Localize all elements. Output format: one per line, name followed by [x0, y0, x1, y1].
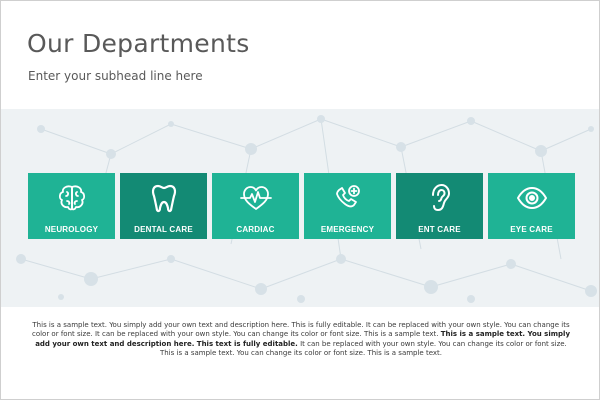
department-card-eye-care[interactable]: EYE CARE	[488, 173, 575, 239]
brain-icon	[58, 185, 85, 211]
ear-icon	[431, 184, 450, 211]
department-label: NEUROLOGY	[44, 225, 99, 234]
tooth-icon	[151, 184, 176, 213]
page-subhead: Enter your subhead line here	[28, 69, 203, 83]
department-card-ent-care[interactable]: ENT CARE	[396, 173, 483, 239]
eye-icon	[516, 187, 547, 209]
department-cards: NEUROLOGY DENTAL CARE CARDIAC EMERGENCY	[28, 173, 575, 239]
page-title: Our Departments	[27, 29, 250, 58]
slide: Our Departments Enter your subhead line …	[0, 0, 600, 400]
department-label: DENTAL CARE	[134, 225, 193, 234]
department-card-neurology[interactable]: NEUROLOGY	[28, 173, 115, 239]
phone-plus-icon	[335, 185, 360, 208]
description-text: This is a sample text. You simply add yo…	[31, 321, 571, 359]
department-label: EYE CARE	[510, 225, 553, 234]
department-card-dental-care[interactable]: DENTAL CARE	[120, 173, 207, 239]
department-label: CARDIAC	[236, 225, 275, 234]
department-label: ENT CARE	[418, 225, 461, 234]
heart-pulse-icon	[239, 186, 272, 210]
department-card-cardiac[interactable]: CARDIAC	[212, 173, 299, 239]
department-card-emergency[interactable]: EMERGENCY	[304, 173, 391, 239]
department-label: EMERGENCY	[320, 225, 375, 234]
